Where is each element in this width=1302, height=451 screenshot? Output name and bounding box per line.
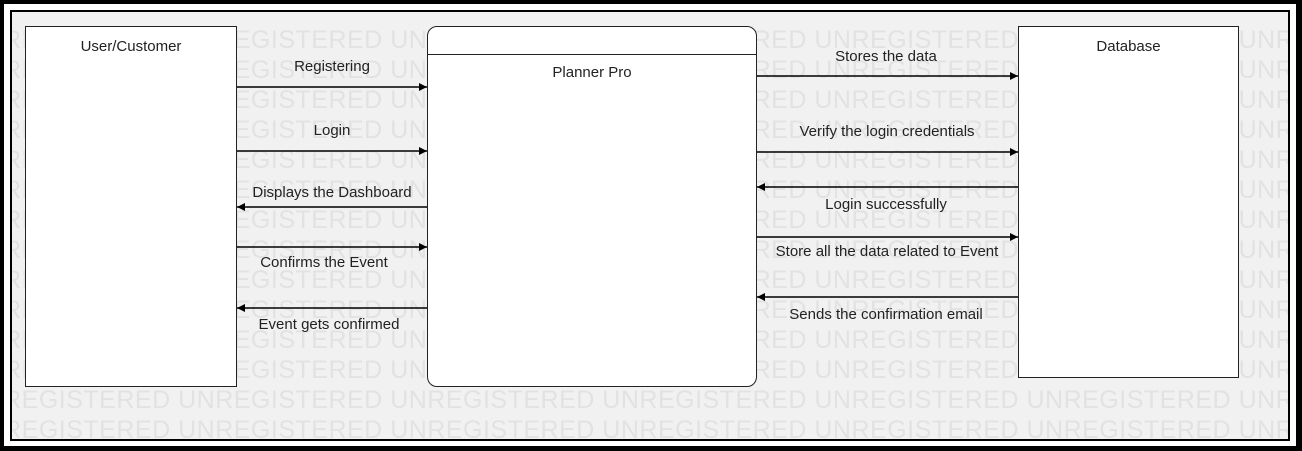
dashboard-label: Displays the Dashboard bbox=[252, 184, 412, 201]
store-event-data-label: Store all the data related to Event bbox=[775, 243, 999, 260]
diagram-canvas: UNREGISTERED UNREGISTERED UNREGISTERED U… bbox=[0, 0, 1302, 451]
login-success-label: Login successfully bbox=[825, 196, 947, 213]
registering-label: Registering bbox=[294, 58, 370, 75]
stores-data-label: Stores the data bbox=[835, 48, 937, 65]
flow-arrows bbox=[237, 72, 1018, 312]
confirms-event-label: Confirms the Event bbox=[260, 254, 388, 271]
event-confirmed-label: Event gets confirmed bbox=[258, 316, 400, 333]
send-email-label: Sends the confirmation email bbox=[789, 306, 983, 323]
verify-login-label: Verify the login credentials bbox=[799, 123, 975, 140]
login-label: Login bbox=[313, 122, 351, 139]
